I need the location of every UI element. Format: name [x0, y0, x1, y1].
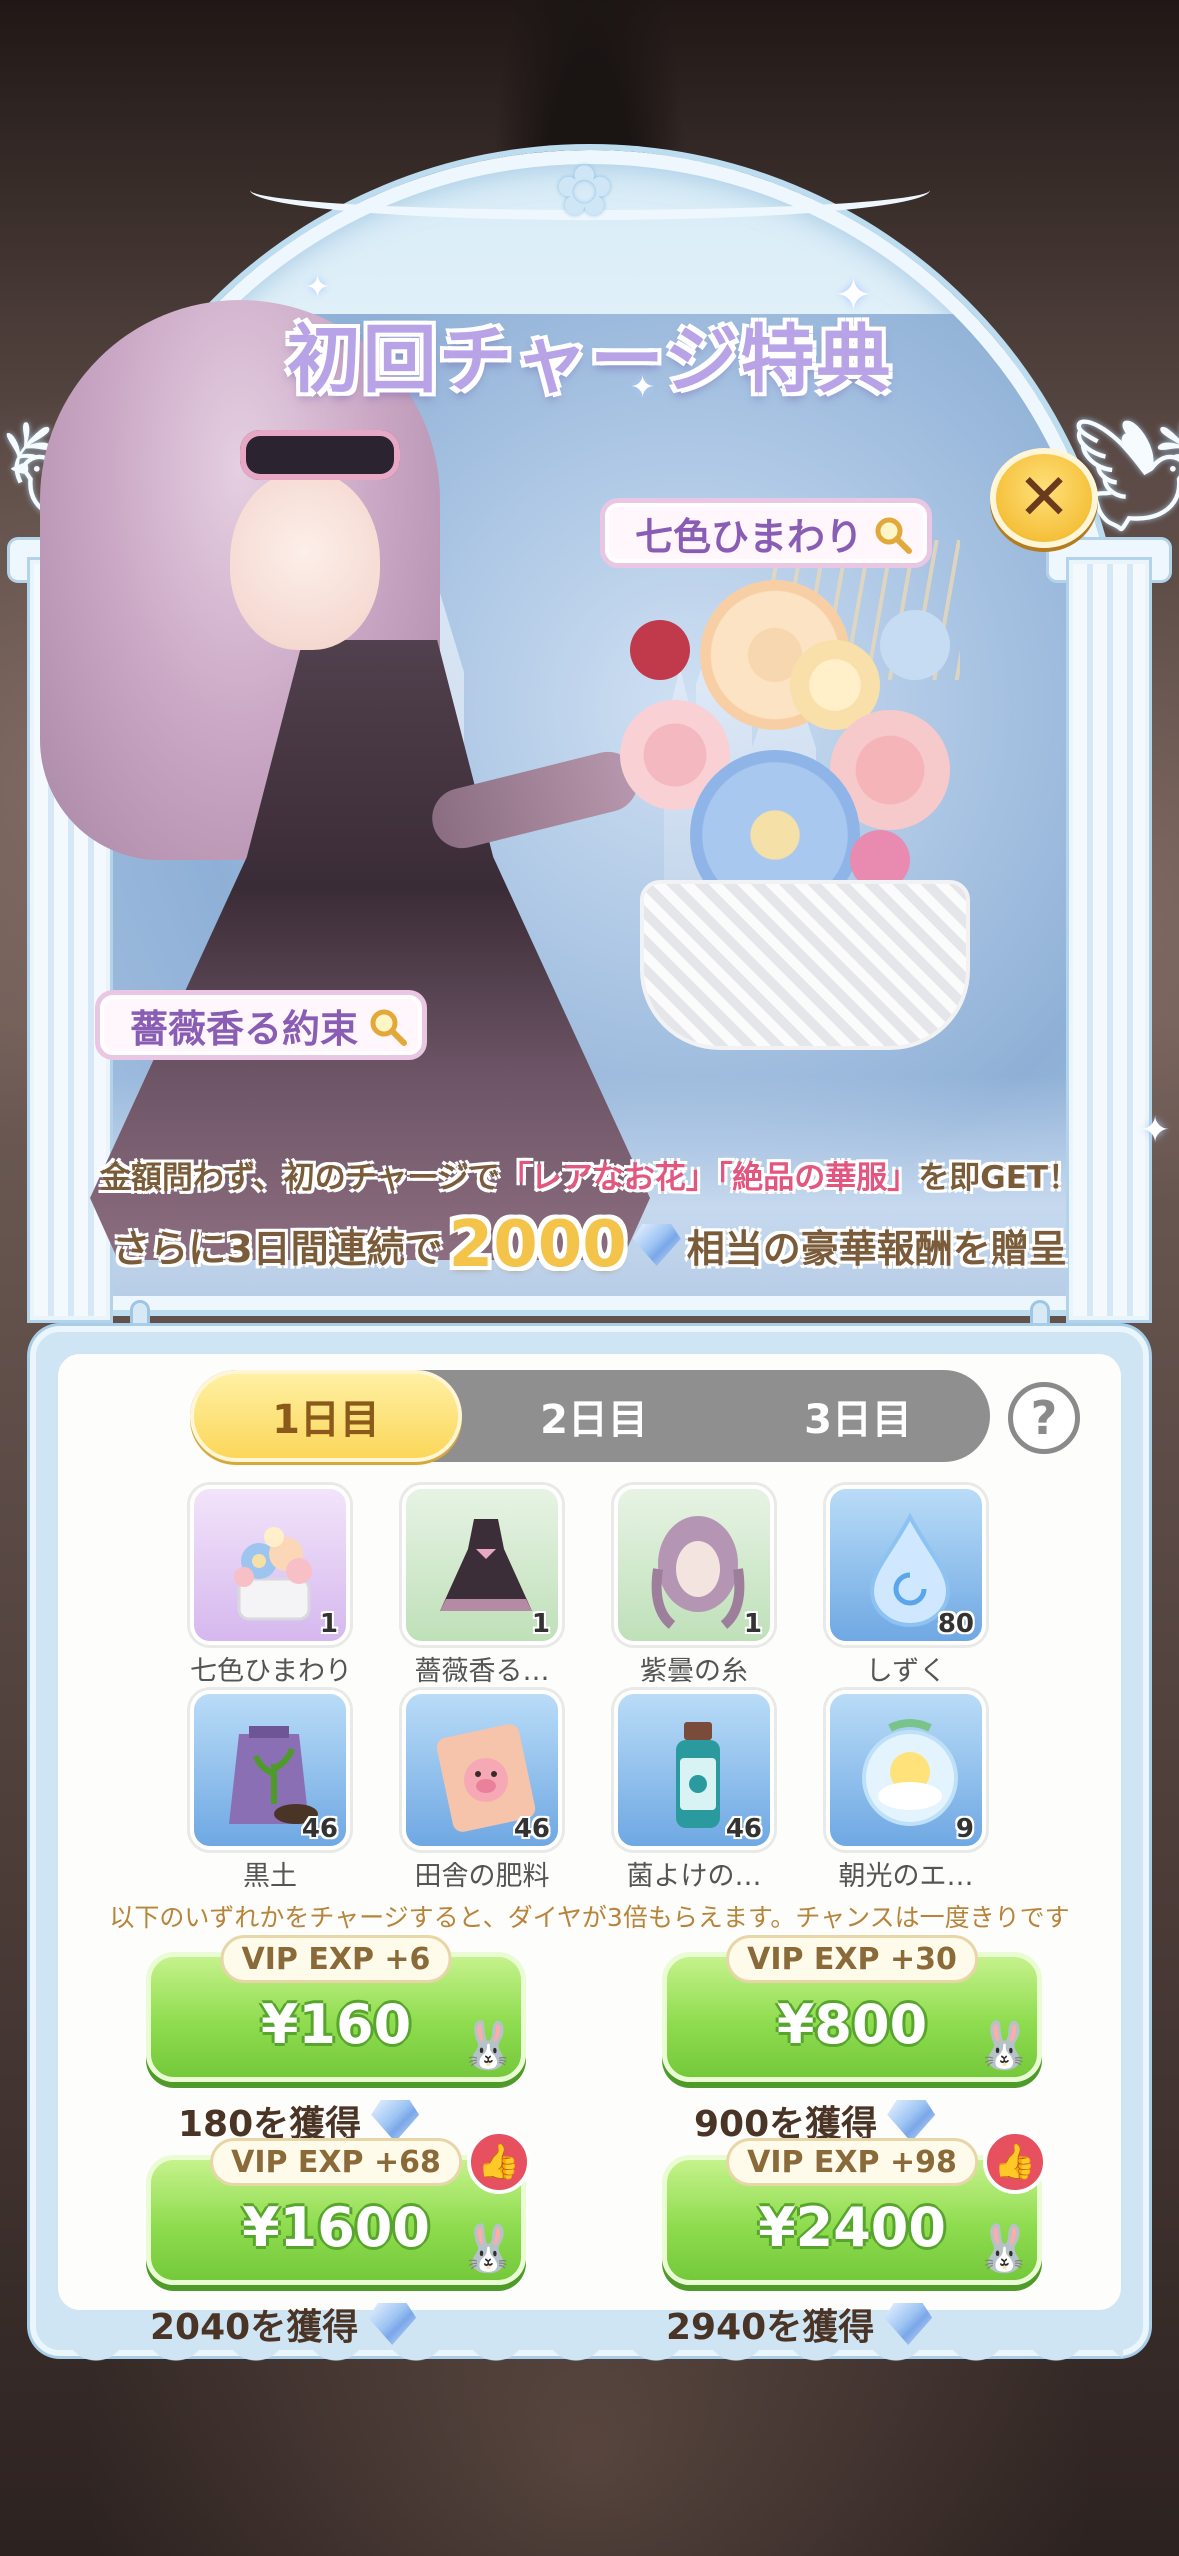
reward-item[interactable]: 46 黒土: [190, 1690, 350, 1893]
bunny-icon: 🐰: [459, 2221, 517, 2275]
help-button[interactable]: ?: [1008, 1382, 1080, 1454]
day-tabs: 1日目 2日目 3日目: [190, 1370, 990, 1462]
bunny-icon: 🐰: [975, 2018, 1033, 2072]
reward-item[interactable]: 1 薔薇香る…: [402, 1485, 562, 1688]
bunny-icon: 🐰: [459, 2018, 517, 2072]
bunny-icon: 🐰: [975, 2221, 1033, 2275]
reward-name: しずく: [865, 1656, 947, 1687]
flower-basket-icon: [234, 1527, 312, 1621]
reward-qty: 9: [955, 1814, 974, 1844]
sparkle-icon: ✦: [1140, 1110, 1171, 1151]
reward-qty: 1: [531, 1609, 550, 1639]
reward-qty: 80: [937, 1609, 974, 1639]
close-icon: ✕: [1017, 461, 1071, 535]
desc-text: さらに3日間連続で: [112, 1226, 443, 1271]
vip-exp-badge: VIP EXP +30: [726, 1935, 978, 1983]
flower-red: [630, 620, 690, 680]
character-headbow: [240, 430, 400, 480]
desc-text: を即GET！: [918, 1160, 1080, 1196]
reward-item-frame: 46: [614, 1690, 774, 1850]
vip-exp-badge: VIP EXP +98: [726, 2138, 978, 2186]
reward-name: 薔薇香る…: [414, 1656, 550, 1687]
sun-globe-icon: [862, 1719, 958, 1826]
banner-title: 初回チャージ特典: [286, 317, 893, 403]
reward-item[interactable]: 80 しずく: [826, 1485, 986, 1688]
reward-item[interactable]: 46 田舎の肥料: [402, 1690, 562, 1893]
desc-highlight: 「レアなお花」: [499, 1160, 717, 1196]
tab-day-2[interactable]: 2日目: [462, 1370, 726, 1462]
flower-blue-ball: [880, 610, 950, 680]
charge-button-2400[interactable]: VIP EXP +98 ¥2400 👍 🐰: [662, 2130, 1047, 2285]
diamond-gain-text: 2040を獲得: [150, 2307, 359, 2348]
reward-item-frame: 80: [826, 1485, 986, 1645]
reward-item[interactable]: 9 朝光のエ…: [826, 1690, 986, 1893]
reward-item-frame: 1: [402, 1485, 562, 1645]
character-face: [230, 470, 380, 650]
reward-name: 七色ひまわり: [190, 1656, 352, 1687]
charge-button-1600[interactable]: VIP EXP +68 ¥1600 👍 🐰: [146, 2130, 531, 2285]
reward-item[interactable]: 46 菌よけの…: [614, 1690, 774, 1893]
diamond-icon: [368, 2303, 417, 2345]
reward-name: 朝光のエ…: [838, 1861, 974, 1892]
item-tag-label: 薔薇香る約束: [130, 1006, 359, 1051]
reward-qty: 46: [513, 1814, 550, 1844]
thumbs-up-icon: 👍: [983, 2130, 1047, 2194]
triple-diamond-note: 以下のいずれかをチャージすると、ダイヤが3倍もらえます。チャンスは一度きりです: [109, 1903, 1070, 1932]
reward-item-frame: 1: [190, 1485, 350, 1645]
reward-item[interactable]: 1 七色ひまわり: [190, 1485, 352, 1688]
diamond-gain: 2940を獲得: [666, 2298, 933, 2350]
reward-item-frame: 46: [402, 1690, 562, 1850]
reward-name: 菌よけの…: [626, 1861, 762, 1892]
banner-description-line1: 金額問わず、初のチャージで「レアなお花」「絶品の華服」を即GET！: [0, 1152, 1179, 1197]
reward-qty: 46: [301, 1814, 338, 1844]
diamond-icon: [887, 2100, 936, 2142]
item-tag-sunflower[interactable]: 七色ひまわり: [600, 498, 933, 568]
sparkle-icon: ✦: [630, 370, 656, 405]
sparkle-icon: ✦: [305, 270, 331, 305]
reward-qty: 46: [725, 1814, 762, 1844]
close-button[interactable]: ✕: [990, 448, 1098, 548]
diamond-icon: [632, 1224, 681, 1266]
reward-name: 黒土: [243, 1861, 297, 1892]
desc-highlight: 「絶品の華服」: [716, 1160, 919, 1196]
item-tag-label: 七色ひまわり: [635, 514, 864, 559]
vip-exp-badge: VIP EXP +6: [220, 1935, 452, 1983]
charge-button-800[interactable]: VIP EXP +30 ¥800 🐰: [662, 1935, 1042, 2082]
desc-text: 金額問わず、初のチャージで: [99, 1160, 500, 1196]
diamond-icon: [371, 2100, 420, 2142]
flower-basket: [640, 880, 970, 1050]
pillar-right: [1069, 560, 1149, 1320]
hair-icon: [651, 1516, 745, 1629]
question-icon: ?: [1030, 1391, 1058, 1445]
charge-button-160[interactable]: VIP EXP +6 ¥160 🐰: [146, 1935, 526, 2082]
magnifier-icon: [875, 517, 913, 554]
diamond-gain: 2040を獲得: [150, 2298, 417, 2350]
reward-item[interactable]: 1 紫曇の糸: [614, 1485, 774, 1688]
tab-day-1[interactable]: 1日目: [190, 1370, 462, 1462]
banner-description-line2: さらに3日間連続で 2000 相当の豪華報酬を贈呈: [0, 1208, 1179, 1282]
reward-qty: 1: [743, 1609, 762, 1639]
item-tag-dress[interactable]: 薔薇香る約束: [95, 990, 428, 1060]
vip-exp-badge: VIP EXP +68: [210, 2138, 462, 2186]
magnifier-icon: [370, 1009, 408, 1046]
reward-name: 田舎の肥料: [414, 1861, 550, 1892]
reward-item-frame: 9: [826, 1690, 986, 1850]
reward-qty: 1: [319, 1609, 338, 1639]
sparkle-icon: ✦: [835, 270, 872, 321]
desc-amount: 2000: [448, 1208, 627, 1282]
dress-icon: [440, 1519, 532, 1611]
tab-day-3[interactable]: 3日目: [726, 1370, 990, 1462]
reward-name: 紫曇の糸: [640, 1656, 748, 1687]
desc-text: 相当の豪華報酬を贈呈: [686, 1226, 1067, 1271]
flower-crest-icon: ✿: [555, 150, 614, 232]
reward-item-frame: 46: [190, 1690, 350, 1850]
diamond-gain-text: 2940を獲得: [666, 2307, 875, 2348]
reward-item-frame: 1: [614, 1485, 774, 1645]
diamond-icon: [884, 2303, 933, 2345]
thumbs-up-icon: 👍: [467, 2130, 531, 2194]
